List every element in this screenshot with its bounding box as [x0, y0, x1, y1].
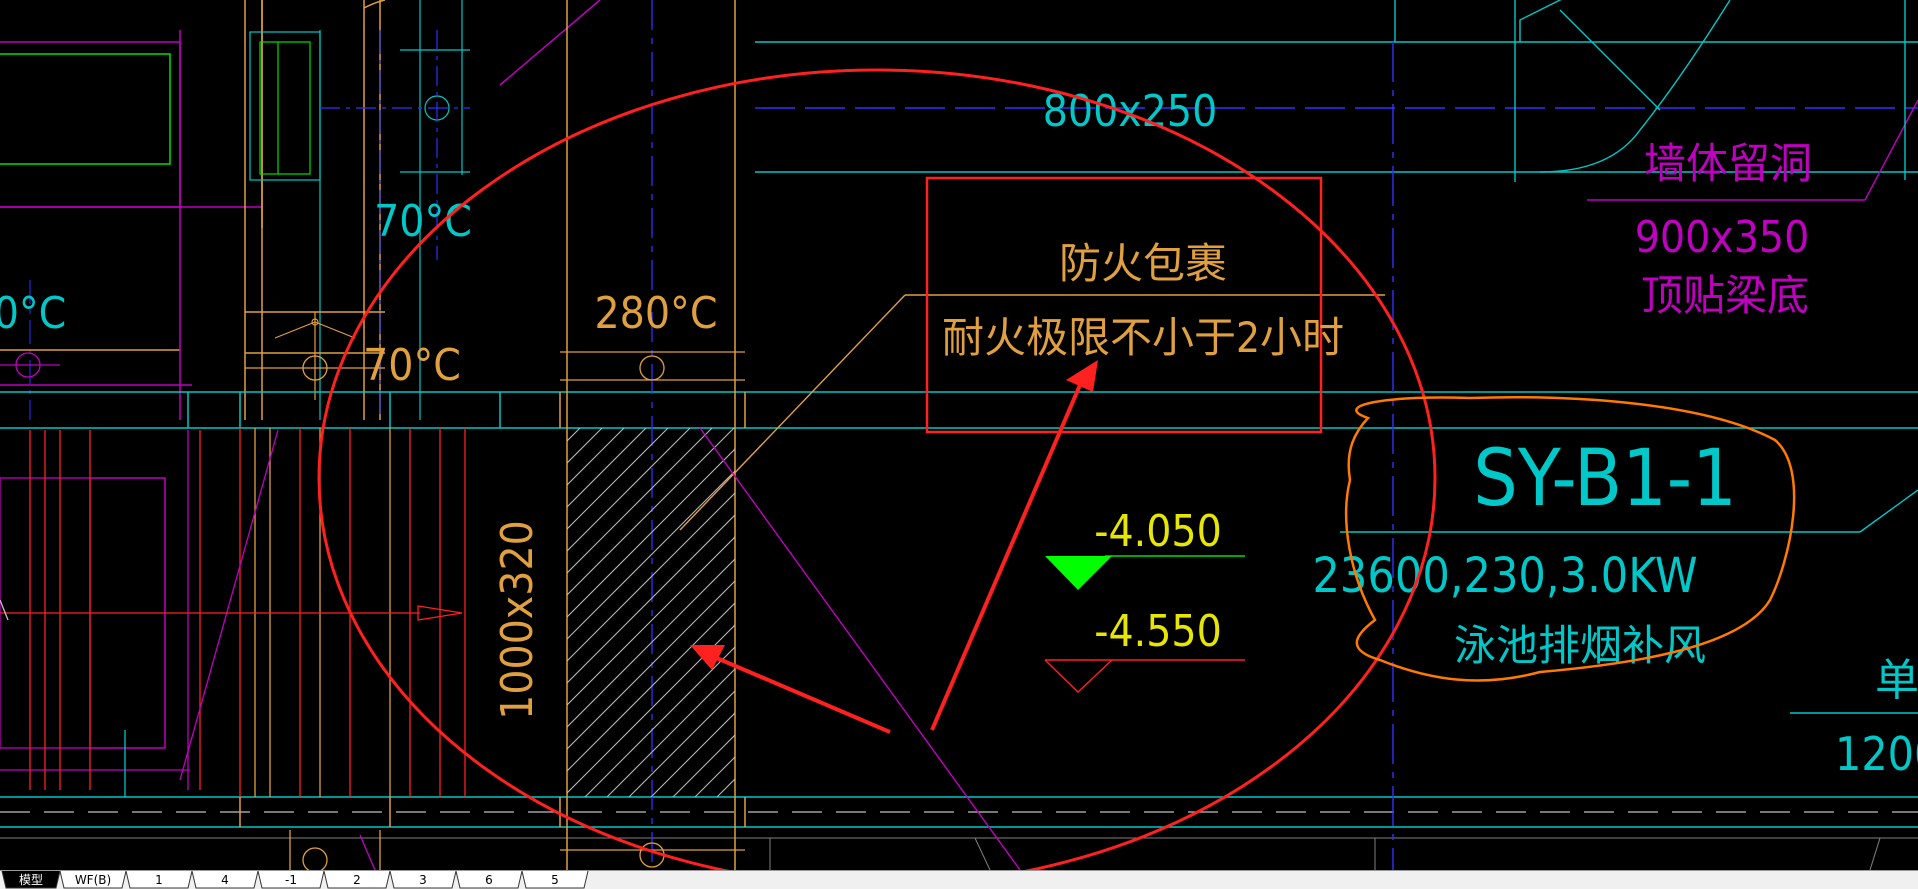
layout-tab-label: -1 — [285, 873, 297, 887]
fire-wrap-title: 防火包裹 — [1059, 239, 1227, 288]
layout-tab-wfb[interactable]: WF(B) — [59, 871, 127, 889]
temperature-label-280: 280°C — [595, 288, 718, 339]
layout-tab--1[interactable]: -1 — [257, 871, 325, 889]
layout-tab-3[interactable]: 3 — [389, 871, 457, 889]
layout-tab-6[interactable]: 6 — [455, 871, 523, 889]
level-label-lower: -4.550 — [1094, 606, 1222, 657]
right-partial-text: 单层 — [1875, 655, 1918, 706]
cad-drawing-canvas[interactable]: 800x250 70°C 70°C 0°C 280°C 1000x320 防火包… — [0, 0, 1918, 870]
layout-tab-model[interactable]: 模型 — [1, 871, 61, 889]
equipment-spec: 23600,230,3.0KW — [1312, 548, 1697, 604]
layout-tab-label: 5 — [551, 873, 559, 887]
layout-tab-1[interactable]: 1 — [125, 871, 193, 889]
layout-tab-label: 6 — [485, 873, 493, 887]
duct-size-vertical-label: 1000x320 — [492, 520, 543, 720]
level-label-upper: -4.050 — [1094, 506, 1222, 557]
equipment-name: 泳池排烟补风 — [1454, 621, 1706, 670]
layout-tab-label: 模型 — [19, 873, 43, 887]
layout-tab-5[interactable]: 5 — [521, 871, 589, 889]
wall-opening-note: 顶贴梁底 — [1641, 271, 1809, 320]
temperature-label-left-partial: 0°C — [0, 288, 66, 339]
wall-opening-size: 900x350 — [1635, 212, 1810, 263]
layout-tab-label: WF(B) — [75, 873, 111, 887]
fire-wrap-description: 耐火极限不小于2小时 — [942, 313, 1344, 362]
equipment-tag: SY-B1-1 — [1473, 434, 1736, 524]
wall-opening-title: 墙体留洞 — [1644, 139, 1812, 188]
right-partial-number: 1200 — [1835, 727, 1918, 781]
layout-tab-label: 1 — [155, 873, 163, 887]
layout-tab-2[interactable]: 2 — [323, 871, 391, 889]
layout-tab-label: 3 — [419, 873, 427, 887]
layout-tab-4[interactable]: 4 — [191, 871, 259, 889]
layout-tab-label: 2 — [353, 873, 361, 887]
temperature-label-70-lower: 70°C — [363, 340, 461, 391]
layout-tab-label: 4 — [221, 873, 229, 887]
layout-tab-bar: 模型 WF(B) 1 4 -1 2 3 6 5 — [0, 870, 1918, 889]
layout-tabs: 模型 WF(B) 1 4 -1 2 3 6 5 — [1, 871, 589, 889]
